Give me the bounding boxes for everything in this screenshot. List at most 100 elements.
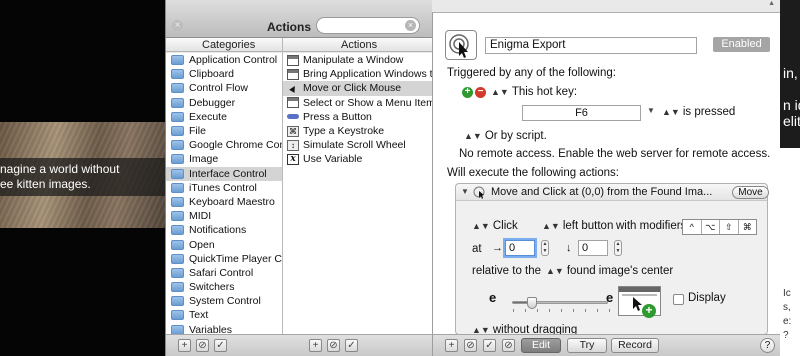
category-item[interactable]: Execute [166,110,282,124]
fuzz-min-icon: e [489,290,497,305]
category-item[interactable]: Interface Control [166,166,282,181]
category-item[interactable]: Variables [166,323,282,334]
x-coordinate-field[interactable]: 0 [505,240,535,256]
enabled-toggle-button[interactable]: Enabled [713,37,770,52]
macro-info-button[interactable]: ⊘ [502,339,515,352]
category-item[interactable]: Control Flow [166,81,282,95]
add-category-button[interactable]: + [178,339,191,352]
macro-check-button[interactable]: ✓ [483,339,496,352]
help-button[interactable]: ? [760,338,775,353]
category-item[interactable]: Application Control [166,53,282,67]
category-item[interactable]: System Control [166,294,282,308]
category-item[interactable]: Keyboard Maestro [166,195,282,209]
drag-option-popup[interactable]: ▲▼ without dragging [472,324,577,334]
close-icon[interactable]: × [172,20,183,31]
action-item[interactable]: Manipulate a Window [283,53,432,67]
category-item[interactable]: Notifications [166,223,282,237]
category-item[interactable]: Safari Control [166,266,282,280]
action-check-button[interactable]: ✓ [345,339,358,352]
control-key-toggle[interactable]: ^ [683,220,702,234]
mouse-button-popup[interactable]: ▲▼ left button [542,220,613,232]
action-options-button[interactable]: ⊘ [327,339,340,352]
add-action-button[interactable]: + [309,339,322,352]
bg-small-fragment-1: Ic [783,288,791,299]
menu-icon [287,97,299,109]
category-label: Image [189,153,219,166]
action-item[interactable]: ⌘ Type a Keystroke [283,124,432,138]
button-icon [287,111,299,122]
action-item[interactable]: ↕ Simulate Scroll Wheel [283,138,432,152]
actions-panel-title: Actions [267,20,312,34]
y-stepper[interactable]: ▲ ▼ [614,240,622,256]
bg-small-fragment-2: s, [783,302,791,313]
category-item[interactable]: Debugger [166,96,282,110]
hotkey-field[interactable]: F6 [522,105,641,121]
action-item[interactable]: Bring Application Windows t... [283,67,432,81]
fuzziness-slider[interactable] [512,297,608,309]
category-options-button[interactable]: ⊘ [196,339,209,352]
slider-tick [573,309,574,312]
category-item[interactable]: File [166,124,282,138]
trigger-type-popup[interactable]: ▲▼ This hot key: [491,86,577,98]
category-item[interactable]: Image [166,152,282,166]
action-label: Manipulate a Window [303,54,404,67]
slider-tick [561,309,562,312]
relative-target-popup[interactable]: ▲▼ found image's center [546,265,673,277]
action-item[interactable]: Select or Show a Menu Item [283,96,432,110]
folder-icon [171,126,184,137]
category-item[interactable]: Text [166,308,282,322]
categories-list: Application Control Clipboard Control Flow… [166,53,282,334]
action-item[interactable]: ▶ Move or Click Mouse [283,81,432,96]
or-by-script-popup[interactable]: ▲▼ Or by script. [464,130,547,142]
category-item[interactable]: Google Chrome Control [166,138,282,152]
categories-header[interactable]: Categories [202,39,255,51]
action-item[interactable]: Press a Button [283,110,432,124]
action-item[interactable]: x Use Variable [283,152,432,166]
category-check-button[interactable]: ✓ [214,339,227,352]
shift-key-toggle[interactable]: ⇧ [720,220,739,234]
macro-options-button[interactable]: ⊘ [464,339,477,352]
category-item[interactable]: Switchers [166,280,282,294]
folder-icon [171,154,184,165]
display-checkbox[interactable] [673,294,684,305]
record-button[interactable]: Record [611,338,659,353]
category-item[interactable]: iTunes Control [166,181,282,195]
folder-icon [171,69,184,80]
option-key-toggle[interactable]: ⌥ [702,220,720,234]
disclosure-triangle-icon[interactable]: ▼ [461,187,469,196]
macro-icon[interactable] [445,30,477,60]
clear-search-icon[interactable]: × [405,20,416,31]
actions-header[interactable]: Actions [341,39,377,51]
add-trigger-icon[interactable]: + [462,87,473,98]
key-state-popup[interactable]: ▲▼ is pressed [662,106,735,118]
category-item[interactable]: Clipboard [166,67,282,81]
action-title[interactable]: Move and Click at (0,0) from the Found I… [491,186,712,198]
relative-target-label: found image's center [566,265,674,277]
popup-arrows-icon: ▲▼ [472,221,490,231]
folder-icon [171,267,184,278]
popup-arrows-icon: ▲▼ [546,266,564,276]
is-pressed-label: is pressed [682,106,736,118]
try-button[interactable]: Try [567,338,607,353]
category-item[interactable]: Open [166,237,282,251]
category-item[interactable]: QuickTime Player Co... [166,252,282,266]
move-button[interactable]: Move [732,186,769,199]
actions-search-input[interactable]: × [316,17,420,34]
command-key-toggle[interactable]: ⌘ [739,220,757,234]
click-type-popup[interactable]: ▲▼ Click [472,220,518,232]
bg-text-fragment-3: elit. [783,114,800,129]
remove-trigger-icon[interactable]: − [475,87,486,98]
scroll-up-arrow-icon[interactable]: ▲ [768,0,775,7]
y-coordinate-field[interactable]: 0 [578,240,608,256]
keystroke-icon: ⌘ [287,125,299,137]
add-macro-button[interactable]: + [445,339,458,352]
drag-option-label: without dragging [492,324,578,334]
macro-name-field[interactable]: Enigma Export [485,37,697,54]
variable-icon: x [287,153,299,165]
x-stepper[interactable]: ▲ ▼ [541,240,549,256]
slider-knob[interactable] [526,297,537,309]
edit-button[interactable]: Edit [521,338,561,353]
category-item[interactable]: MIDI [166,209,282,223]
slider-tick [585,309,586,312]
hotkey-dropdown-icon[interactable]: ▼ [647,106,655,115]
